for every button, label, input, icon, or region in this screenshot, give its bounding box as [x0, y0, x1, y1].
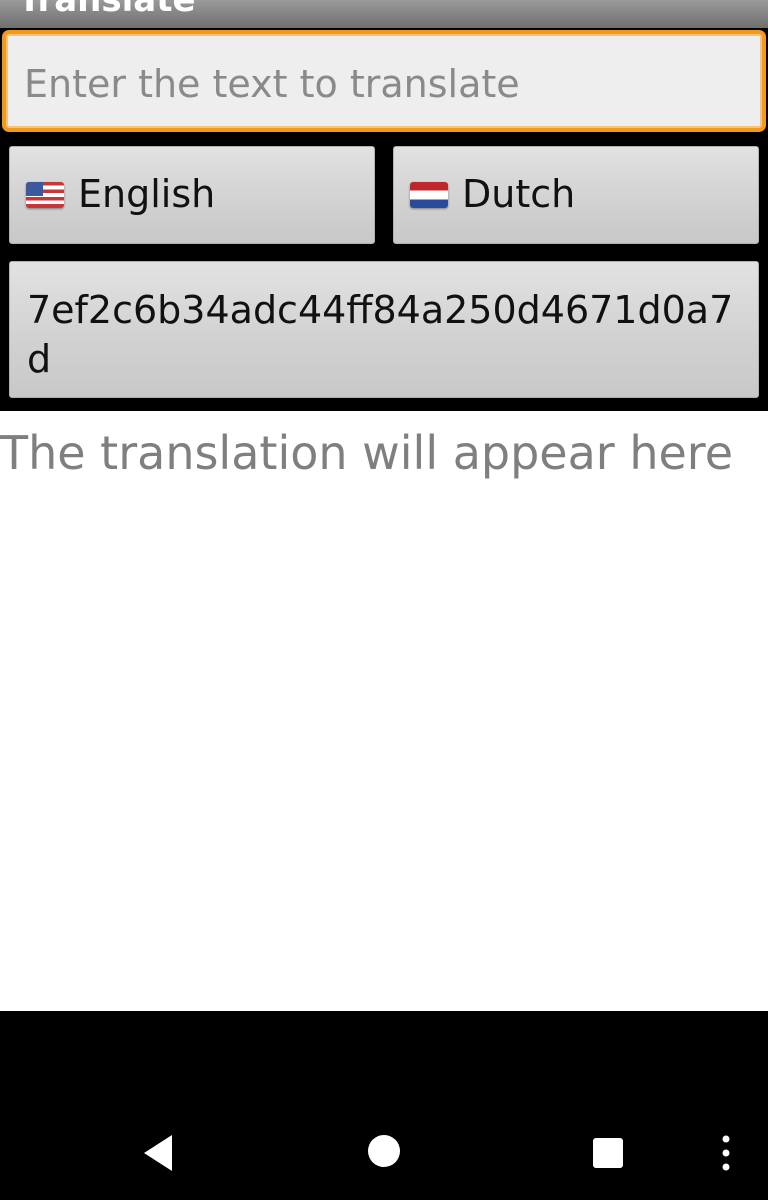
translate-key-button[interactable]: 7ef2c6b34adc44ff84a250d4671d0a7d — [9, 261, 759, 398]
app-title: Translate — [18, 0, 196, 20]
text-input-container[interactable] — [2, 30, 766, 132]
more-icon[interactable] — [716, 1133, 736, 1173]
back-icon[interactable] — [138, 1131, 182, 1175]
source-language-button[interactable]: English — [9, 146, 375, 244]
translation-result-area: The translation will appear here — [0, 411, 768, 1011]
target-language-button[interactable]: Dutch — [393, 146, 759, 244]
translation-result-text: The translation will appear here — [0, 426, 733, 480]
title-bar: Translate — [0, 0, 768, 28]
netherlands-flag-icon — [410, 182, 448, 208]
translate-key-label: 7ef2c6b34adc44ff84a250d4671d0a7d — [27, 288, 734, 381]
text-to-translate-input[interactable] — [24, 56, 744, 112]
us-flag-icon — [26, 182, 64, 208]
recents-icon[interactable] — [590, 1135, 626, 1171]
system-navigation-bar — [0, 1011, 768, 1200]
app-window: Translate English Dutch 7ef2c6b34adc44ff… — [0, 0, 768, 1200]
home-icon[interactable] — [364, 1131, 404, 1171]
target-language-label: Dutch — [462, 172, 576, 216]
source-language-label: English — [78, 172, 216, 216]
us-flag-canton — [26, 182, 43, 196]
